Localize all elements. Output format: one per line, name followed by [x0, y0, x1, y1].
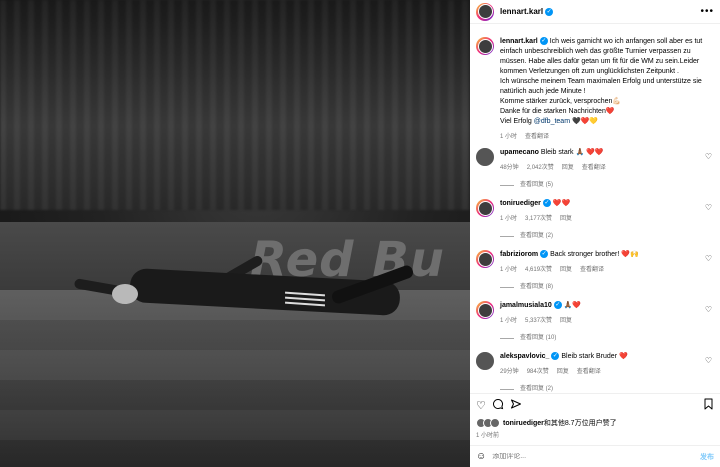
view-replies-button[interactable]: 查看回复 (10) — [500, 333, 700, 343]
comment-avatar[interactable] — [476, 250, 494, 268]
comment-username[interactable]: jamalmusiala10 — [500, 302, 552, 309]
comment-time: 1 小时 — [500, 318, 518, 324]
see-translation-link[interactable]: 查看翻译 — [525, 134, 549, 140]
add-comment-bar: ☺ 发布 — [470, 445, 720, 467]
reply-button[interactable]: 回复 — [560, 318, 572, 324]
view-replies-label: 查看回复 (2) — [520, 386, 554, 392]
view-replies-label: 查看回复 (8) — [520, 284, 554, 290]
author-avatar[interactable] — [476, 2, 494, 21]
comment-text: 🙏🏾❤️ — [563, 302, 582, 309]
comment-username[interactable]: upamecano — [500, 149, 539, 156]
caption: lennart.karl ✓ Ich weis garnicht wo ich a… — [470, 24, 720, 142]
verified-icon: ✓ — [551, 352, 560, 361]
comment-username[interactable]: fabriziorom — [500, 251, 538, 258]
comment-item: jamalmusiala10 ✓ 🙏🏾❤️ 1 小时 5,337次赞 回复 查看回复 … — [470, 301, 720, 343]
comment-text: Bleib stark Bruder ❤️ — [561, 353, 628, 360]
caption-time: 1 小时 — [500, 134, 518, 140]
comment-likes[interactable]: 984次赞 — [527, 369, 549, 375]
view-replies-button[interactable]: 查看回复 (8) — [500, 282, 700, 292]
comment-item: upamecano Bleib stark 🙏🏾 ❤️❤️ 48分钟 2,042次… — [470, 148, 720, 190]
comment-time: 1 小时 — [500, 216, 518, 222]
comment-like-icon[interactable]: ♡ — [705, 254, 712, 263]
comment-item: alekspavlovic_ ✓ Bleib stark Bruder ❤️ 29… — [470, 352, 720, 392]
liked-by-name[interactable]: toniruediger — [503, 420, 544, 427]
comments-scroll[interactable]: lennart.karl ✓ Ich weis garnicht wo ich a… — [470, 24, 720, 392]
comment-like-icon[interactable]: ♡ — [705, 305, 712, 314]
comment-time: 48分钟 — [500, 165, 519, 171]
comment-text: Back stronger brother! ❤️🙌 — [550, 251, 639, 258]
heart-icon[interactable]: ♡ — [476, 399, 486, 412]
see-translation-link[interactable]: 查看翻译 — [582, 165, 606, 171]
verified-icon: ✓ — [539, 37, 548, 46]
comment-avatar[interactable] — [476, 199, 494, 217]
view-replies-button[interactable]: 查看回复 (5) — [500, 180, 700, 190]
verified-icon: ✓ — [540, 250, 549, 259]
comment-avatar[interactable] — [476, 352, 494, 370]
post-time: 1 小时前 — [476, 433, 500, 439]
see-translation-link[interactable]: 查看翻译 — [580, 267, 604, 273]
reply-button[interactable]: 回复 — [557, 369, 569, 375]
comment-avatar[interactable] — [476, 148, 494, 166]
post-panel: lennart.karl ✓ ••• lennart.karl ✓ Ich wei… — [470, 0, 720, 467]
caption-username[interactable]: lennart.karl — [500, 38, 538, 45]
view-replies-button[interactable]: 查看回复 (2) — [500, 384, 700, 392]
view-replies-label: 查看回复 (10) — [520, 335, 557, 341]
see-translation-link[interactable]: 查看翻译 — [577, 369, 601, 375]
comment-username[interactable]: toniruediger — [500, 200, 541, 207]
comment-likes[interactable]: 5,337次赞 — [525, 318, 552, 324]
comment-text: ❤️❤️ — [552, 200, 571, 207]
comment-likes[interactable]: 2,042次赞 — [527, 165, 554, 171]
comment-icon[interactable] — [492, 398, 504, 413]
comment-like-icon[interactable]: ♡ — [705, 203, 712, 212]
liked-by[interactable]: toniruediger和其他8.7万位用户赞了 — [470, 417, 720, 429]
post-photo[interactable]: Red Bu — [0, 0, 470, 467]
caption-line: Ich wünsche meinem Team maximalen Erfolg… — [500, 78, 702, 95]
comment-time: 1 小时 — [500, 267, 518, 273]
comment-like-icon[interactable]: ♡ — [705, 152, 712, 161]
comment-input[interactable] — [492, 453, 700, 460]
comment-text: Bleib stark 🙏🏾 ❤️❤️ — [540, 149, 604, 156]
view-replies-button[interactable]: 查看回复 (2) — [500, 231, 700, 241]
comment-time: 29分钟 — [500, 369, 519, 375]
more-options-icon[interactable]: ••• — [700, 6, 714, 17]
comment-likes[interactable]: 3,177次赞 — [525, 216, 552, 222]
reply-button[interactable]: 回复 — [560, 267, 572, 273]
verified-icon: ✓ — [545, 7, 554, 16]
caption-mention[interactable]: @dfb_team — [534, 118, 570, 125]
author-username[interactable]: lennart.karl — [500, 7, 543, 16]
reply-button[interactable]: 回复 — [560, 216, 572, 222]
caption-line: Danke für die starken Nachrichten❤️ — [500, 108, 615, 115]
bookmark-icon[interactable] — [703, 398, 714, 413]
share-icon[interactable] — [510, 398, 522, 413]
comment-avatar[interactable] — [476, 301, 494, 319]
reply-button[interactable]: 回复 — [562, 165, 574, 171]
caption-line: Viel Erfolg — [500, 118, 534, 125]
stadium-stands — [0, 0, 470, 210]
verified-icon: ✓ — [542, 199, 551, 208]
comment-item: fabriziorom ✓ Back stronger brother! ❤️🙌 … — [470, 250, 720, 292]
comment-likes[interactable]: 4,619次赞 — [525, 267, 552, 273]
post-header: lennart.karl ✓ ••• — [470, 0, 720, 24]
emoji-icon[interactable]: ☺ — [476, 451, 486, 462]
caption-avatar[interactable] — [476, 37, 494, 55]
liked-by-rest[interactable]: 和其他8.7万位用户赞了 — [544, 420, 617, 427]
comment-like-icon[interactable]: ♡ — [705, 356, 712, 365]
liker-avatar — [490, 418, 500, 428]
caption-end: 🖤❤️💛 — [570, 118, 599, 125]
comment-username[interactable]: alekspavlovic_ — [500, 353, 549, 360]
pitch — [0, 290, 470, 467]
view-replies-label: 查看回复 (2) — [520, 233, 554, 239]
post-actions: ♡ toniruediger和其他8.7万位用户赞了 1 小时前 ☺ 发布 — [470, 393, 720, 467]
verified-icon: ✓ — [553, 301, 562, 310]
post-comment-button[interactable]: 发布 — [700, 452, 714, 462]
caption-line: Komme stärker zurück, versprochen💪🏻 — [500, 98, 622, 105]
comment-item: toniruediger ✓ ❤️❤️ 1 小时 3,177次赞 回复 查看回复 (2… — [470, 199, 720, 241]
player-head — [112, 284, 138, 304]
view-replies-label: 查看回复 (5) — [520, 182, 554, 188]
